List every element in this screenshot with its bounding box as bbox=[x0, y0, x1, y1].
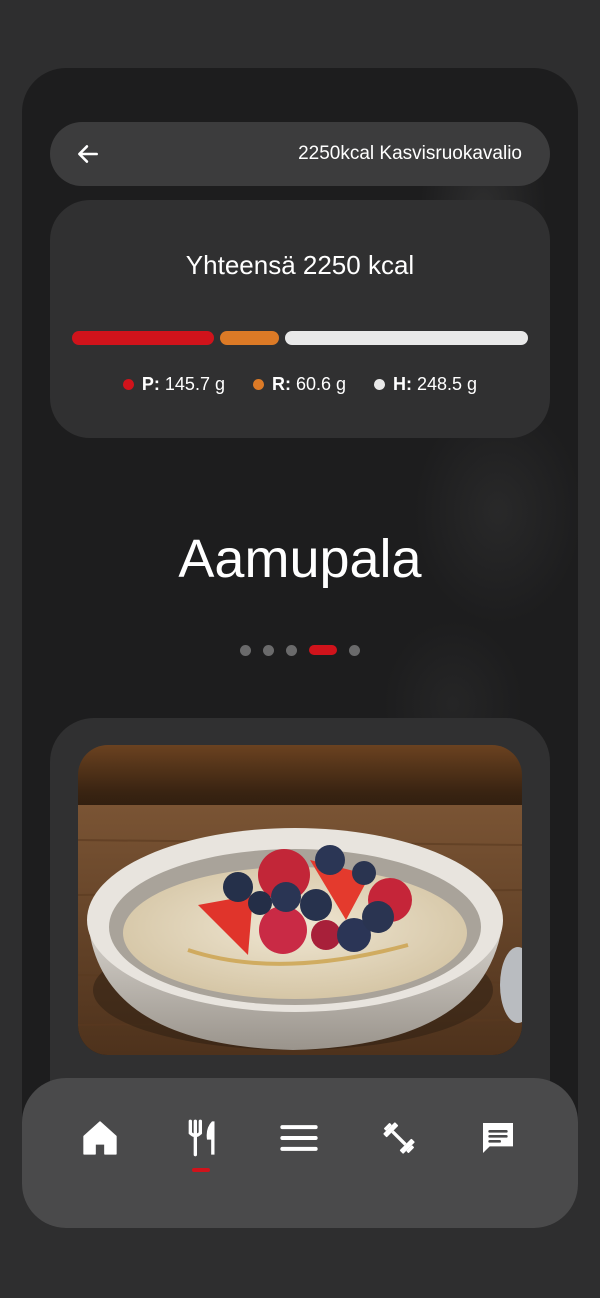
protein-dot-icon bbox=[122, 379, 134, 390]
nav-messages[interactable] bbox=[468, 1108, 528, 1168]
nav-menu[interactable] bbox=[269, 1108, 329, 1168]
legend-value: 60.6 g bbox=[295, 374, 347, 394]
arrow-left-icon bbox=[78, 145, 98, 163]
home-icon bbox=[83, 1121, 117, 1155]
pager-dot[interactable] bbox=[349, 644, 360, 656]
pager-dot-active[interactable] bbox=[309, 645, 337, 655]
nav-meals[interactable] bbox=[172, 1108, 232, 1168]
fat-dot-icon bbox=[252, 379, 264, 390]
legend-value: 248.5 g bbox=[417, 374, 478, 394]
fat-bar bbox=[220, 331, 279, 345]
legend-value: 145.7 g bbox=[164, 374, 225, 394]
meal-card[interactable] bbox=[50, 718, 550, 1138]
back-button[interactable] bbox=[66, 132, 110, 176]
top-bar: 2250kcal Kasvisruokavalio bbox=[50, 122, 550, 186]
nav-workouts[interactable] bbox=[369, 1108, 429, 1168]
meal-pager bbox=[0, 644, 600, 656]
carbs-bar bbox=[285, 331, 528, 345]
legend-key: P: bbox=[141, 374, 160, 394]
pager-dot[interactable] bbox=[240, 644, 251, 656]
oatmeal-bowl-image bbox=[78, 745, 522, 1055]
meal-title: Aamupala bbox=[178, 529, 422, 589]
pager-dot[interactable] bbox=[286, 644, 297, 656]
bottom-navigation bbox=[22, 1078, 578, 1228]
legend-protein: P: 145.7 g bbox=[122, 374, 225, 395]
total-calories: Yhteensä 2250 kcal bbox=[185, 250, 415, 280]
menu-icon bbox=[280, 1125, 318, 1151]
carbs-dot-icon bbox=[374, 379, 386, 390]
chat-icon bbox=[483, 1123, 513, 1153]
page-title: 2250kcal Kasvisruokavalio bbox=[298, 143, 522, 164]
pager-dot[interactable] bbox=[263, 644, 274, 656]
macro-legend: P: 145.7 g R: 60.6 g H: 248.5 g bbox=[50, 374, 550, 395]
nutrition-summary-card: Yhteensä 2250 kcal P: 145.7 g R: 60.6 g … bbox=[50, 200, 550, 438]
active-nav-indicator bbox=[192, 1168, 210, 1172]
fork-knife-icon bbox=[188, 1119, 215, 1157]
nav-home[interactable] bbox=[70, 1108, 130, 1168]
dumbbell-icon bbox=[383, 1122, 415, 1154]
legend-carbs: H: 248.5 g bbox=[374, 374, 477, 395]
legend-key: R: bbox=[271, 374, 291, 394]
meal-image bbox=[78, 745, 522, 1055]
legend-key: H: bbox=[393, 374, 413, 394]
protein-bar bbox=[72, 331, 214, 345]
legend-fat: R: 60.6 g bbox=[252, 374, 347, 395]
